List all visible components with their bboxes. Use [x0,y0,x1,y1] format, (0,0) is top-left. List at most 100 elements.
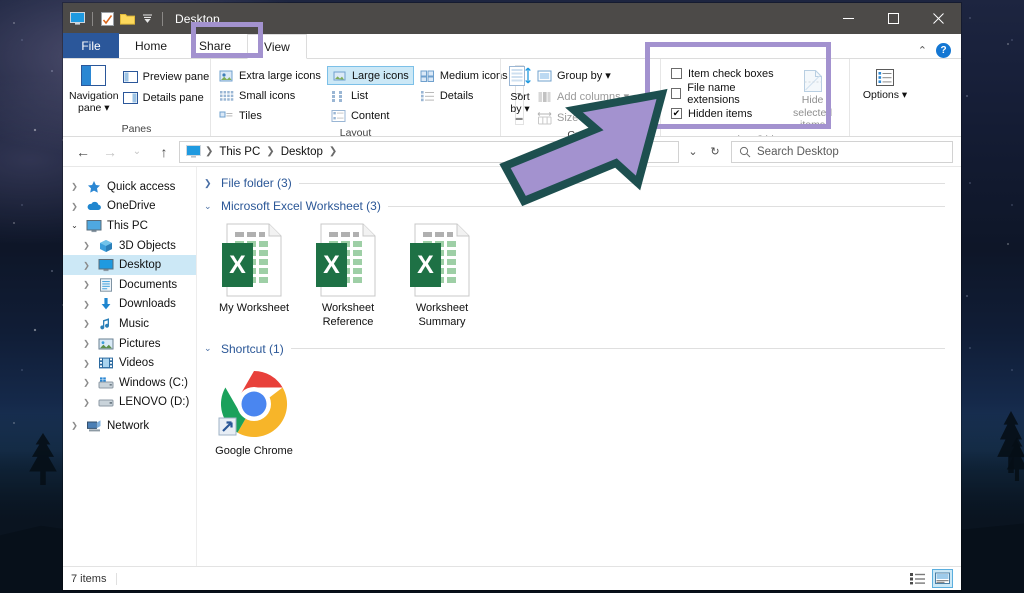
sidebar-item-windows-c[interactable]: ❯ Windows (C:) [63,373,196,393]
collapse-ribbon-icon[interactable]: ⌃ [918,44,927,57]
chevron-down-icon[interactable]: ⌄ [204,343,214,354]
sidebar-label: OneDrive [107,200,156,213]
sidebar-item-downloads[interactable]: ❯ Downloads [63,295,196,315]
chevron-right-icon[interactable]: ❯ [80,359,93,368]
hidden-items-row[interactable]: ✔ Hidden items [667,104,782,123]
group-header-file-folder[interactable]: ❯ File folder (3) [197,176,961,190]
minimize-button[interactable] [826,3,871,34]
breadcrumb-separator[interactable]: ❯ [205,146,213,157]
sidebar-item-this-pc[interactable]: ⌄ This PC [63,216,196,236]
chevron-right-icon[interactable]: ❯ [80,300,93,309]
chevron-right-icon[interactable]: ❯ [80,398,93,407]
chevron-right-icon[interactable]: ❯ [80,241,93,250]
desktop-icon[interactable] [69,10,86,27]
file-item[interactable]: X My Worksheet [207,221,301,330]
search-input[interactable]: Search Desktop [731,140,953,163]
file-item[interactable]: X Worksheet Summary [395,221,489,330]
group-by-button[interactable]: Group by ▾ [533,66,661,85]
sidebar-item-videos[interactable]: ❯ Videos [63,353,196,373]
details-label: Details [439,89,474,102]
properties-icon[interactable] [99,10,116,27]
hide-selected-items-button[interactable]: Hide selected items [782,64,843,132]
breadcrumb-separator[interactable]: ❯ [329,146,337,157]
group-header-shortcut[interactable]: ⌄ Shortcut (1) [197,342,961,356]
file-item[interactable]: Google Chrome [207,364,301,459]
chevron-down-icon[interactable]: ⌄ [68,221,81,230]
add-columns-button[interactable]: Add columns ▾ [533,87,661,106]
tiles-option[interactable]: Tiles [215,106,325,125]
details-view-button[interactable] [907,569,928,588]
chevron-right-icon[interactable]: ❯ [68,421,81,430]
sort-by-button[interactable]: Sort by ▾ [507,63,533,115]
window-title: Desktop [175,11,220,26]
sidebar-item-quick-access[interactable]: ❯ Quick access [63,177,196,197]
navigation-pane-button[interactable]: Navigation pane ▾ [69,63,119,114]
breadcrumb-separator[interactable]: ❯ [266,146,274,157]
svg-text:X: X [323,251,340,279]
details-pane-button[interactable]: Details pane [119,88,214,107]
chevron-right-icon[interactable]: ❯ [68,202,81,211]
tab-home[interactable]: Home [119,33,183,58]
sidebar-label: Network [107,419,150,432]
content-option[interactable]: Content [327,106,414,125]
group-header-excel-worksheet[interactable]: ⌄ Microsoft Excel Worksheet (3) [197,199,961,213]
item-check-boxes-checkbox[interactable] [671,68,682,79]
back-button[interactable]: ← [71,140,95,164]
breadcrumb-this-pc[interactable]: This PC [215,146,264,158]
chevron-right-icon[interactable]: ❯ [80,378,93,387]
file-list-view[interactable]: ❯ File folder (3) ⌄ Microsoft Excel Work… [197,167,961,566]
list-option[interactable]: List [327,86,414,105]
chevron-down-icon[interactable]: ⌄ [204,201,214,212]
preview-pane-button[interactable]: Preview pane [119,67,214,86]
size-all-columns-button[interactable]: Size all columns to fi [533,108,661,127]
large-icons-option[interactable]: Large icons [326,66,414,85]
breadcrumb-desktop[interactable]: Desktop [277,146,327,158]
maximize-button[interactable] [871,3,916,34]
sidebar-item-onedrive[interactable]: ❯ OneDrive [63,197,196,217]
sidebar-item-lenovo-d[interactable]: ❯ LENOVO (D:) [63,393,196,413]
music-icon [100,318,109,330]
refresh-button[interactable]: ↻ [704,141,726,163]
sort-by-label: Sort by ▾ [510,91,530,116]
navigation-pane-icon [81,65,107,86]
sidebar-item-documents[interactable]: ❯ Documents [63,275,196,295]
address-dropdown-button[interactable]: ⌄ [682,141,704,163]
sidebar-item-pictures[interactable]: ❯ Pictures [63,334,196,354]
large-icons-view-button[interactable] [932,569,953,588]
sidebar-item-desktop[interactable]: ❯ Desktop [63,255,196,275]
hidden-items-checkbox[interactable]: ✔ [671,108,682,119]
tab-file[interactable]: File [63,33,119,58]
chevron-right-icon[interactable]: ❯ [80,339,93,348]
file-name-extensions-checkbox[interactable] [671,88,682,99]
file-name-extensions-row[interactable]: File name extensions [667,82,782,106]
file-item[interactable]: X Worksheet Reference [301,221,395,330]
medium-icons-option[interactable]: Medium icons [416,66,512,85]
sidebar-item-3d-objects[interactable]: ❯ 3D Objects [63,236,196,256]
recent-locations-button[interactable]: ⌄ [125,140,149,164]
forward-button[interactable]: → [98,140,122,164]
chevron-right-icon[interactable]: ❯ [80,261,93,270]
up-button[interactable]: ↑ [152,140,176,164]
chevron-right-icon[interactable]: ❯ [68,182,81,191]
chevron-right-icon[interactable]: ❯ [80,280,93,289]
chevron-right-icon[interactable]: ❯ [80,319,93,328]
medium-icons-icon [420,70,434,82]
small-icons-option[interactable]: Small icons [215,86,325,105]
new-folder-icon[interactable] [119,10,136,27]
tab-share[interactable]: Share [183,33,247,58]
sidebar-item-network[interactable]: ❯ Network [63,416,196,436]
extra-large-icons-option[interactable]: Extra large icons [215,66,325,85]
item-check-boxes-row[interactable]: Item check boxes [667,64,782,83]
customize-qat-dropdown-icon[interactable] [139,10,156,27]
chevron-right-icon[interactable]: ❯ [204,178,214,189]
file-name: My Worksheet [218,302,290,314]
options-button[interactable]: Options ▾ [856,63,914,101]
tiles-icon [219,111,233,117]
help-icon[interactable]: ? [936,43,951,58]
close-button[interactable] [916,3,961,34]
details-view-icon [910,573,925,585]
details-option[interactable]: Details [416,86,512,105]
tab-view[interactable]: View [247,34,307,59]
breadcrumb[interactable]: ❯ This PC ❯ Desktop ❯ [179,140,679,163]
sidebar-item-music[interactable]: ❯ Music [63,314,196,334]
